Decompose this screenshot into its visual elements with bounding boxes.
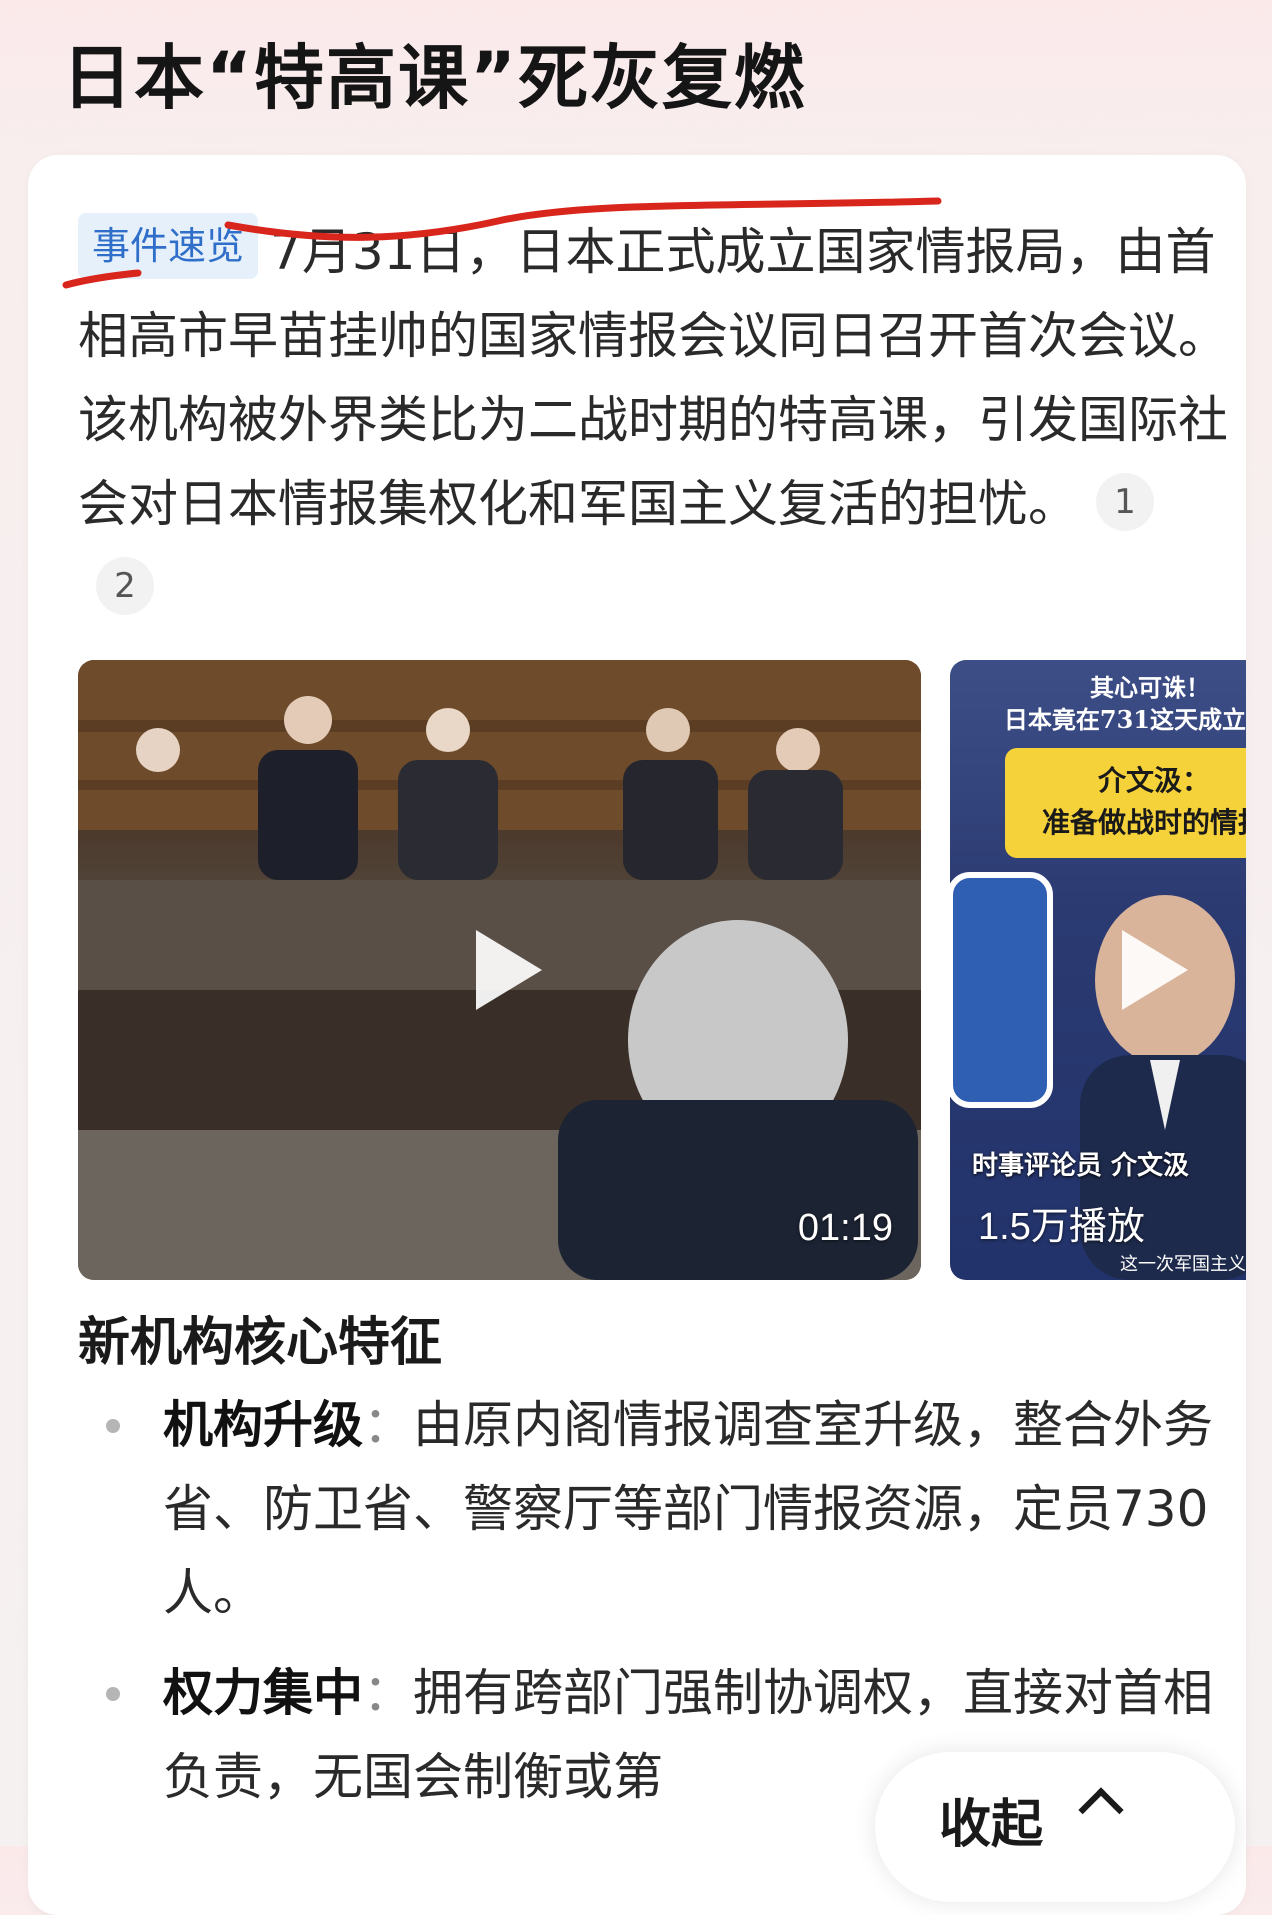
item-label: 机构升级 <box>163 1396 363 1454</box>
item-separator: ： <box>363 1664 413 1722</box>
citation-1[interactable]: 1 <box>1096 473 1154 531</box>
answer-card: 事件速览 7月31日，日本正式成立国家情报局，由首相高市早苗挂帅的国家情报会议同日… <box>28 155 1246 1915</box>
chevron-up-icon <box>1078 1787 1124 1833</box>
overlay-caption: 时事评论员 介文汲 <box>972 1151 1190 1181</box>
item-label: 权力集中 <box>163 1664 363 1722</box>
commentator-image <box>950 872 1246 1280</box>
video-play-count: 1.5万播放 <box>978 1206 1145 1248</box>
section-heading: 新机构核心特征 <box>78 1313 443 1373</box>
bullet-dot <box>106 1419 120 1433</box>
play-icon[interactable] <box>1122 930 1188 1010</box>
item-separator: ： <box>363 1396 413 1454</box>
play-icon[interactable] <box>476 930 542 1010</box>
video-thumbnail-main[interactable]: 01:19 <box>78 660 921 1280</box>
bullet-dot <box>106 1687 120 1701</box>
citation-2[interactable]: 2 <box>96 557 154 615</box>
event-tag[interactable]: 事件速览 <box>78 213 259 279</box>
video-thumbnail-side[interactable]: 其心可诛！ 日本竟在731这天成立新 介文汲： 准备做战时的情报 时事评论员 介… <box>950 660 1246 1280</box>
overlay-subtitle: 这一次军国主义的 <box>1120 1254 1246 1275</box>
video-duration: 01:19 <box>797 1207 893 1249</box>
event-summary: 事件速览 7月31日，日本正式成立国家情报局，由首相高市早苗挂帅的国家情报会议同日… <box>78 210 1228 630</box>
list-item: 机构升级：由原内阁情报调查室升级，整合外务省、防卫省、警察厅等部门情报资源，定员… <box>68 1383 1218 1635</box>
page-title: 日本“特高课”死灰复燃 <box>62 37 807 119</box>
collapse-button[interactable]: 收起 <box>875 1752 1235 1902</box>
